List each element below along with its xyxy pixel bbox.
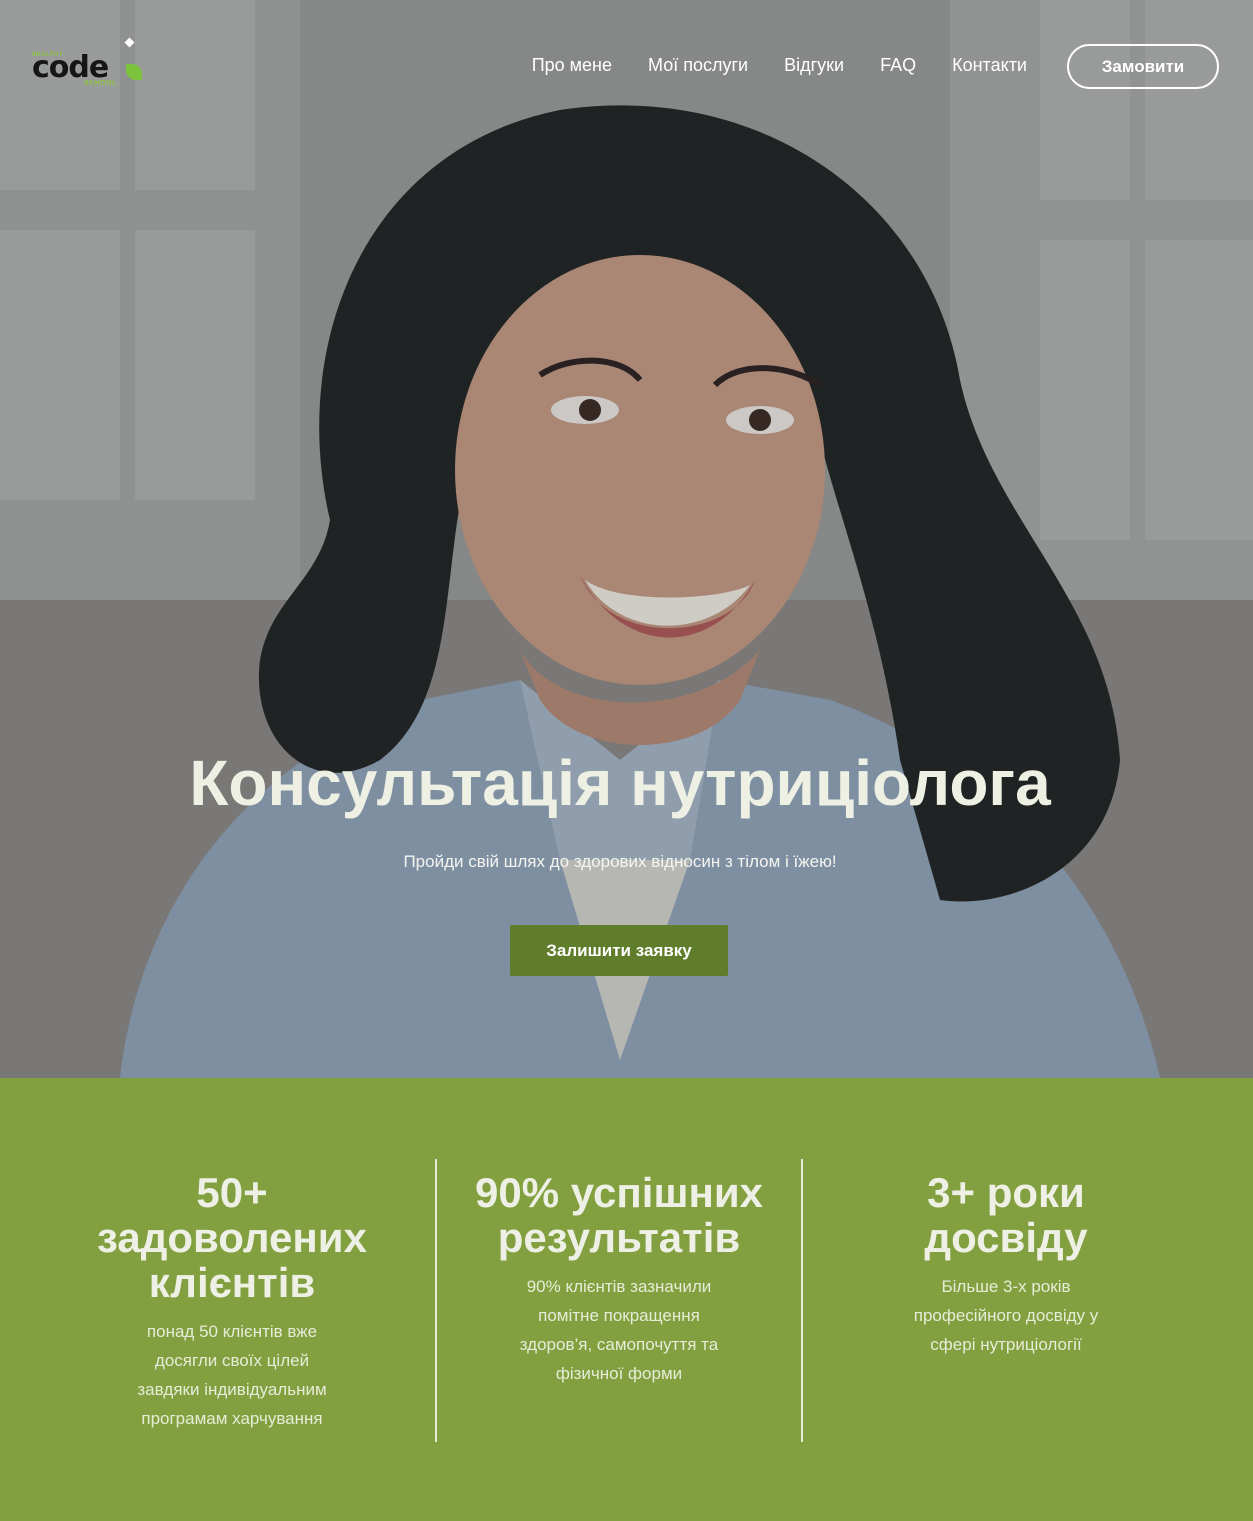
nav-item-about[interactable]: Про мене (532, 55, 612, 76)
stats-divider (435, 1159, 437, 1442)
order-button[interactable]: Замовити (1067, 44, 1219, 89)
logo-text-school: SCHOOL (84, 80, 117, 87)
hero-section: HEALTHY code SCHOOL Про мене Мої послуги… (0, 0, 1253, 1078)
stat-clients-description: понад 50 клієнтів вже досягли своїх ціле… (62, 1317, 402, 1433)
hero-subtitle: Пройди свій шлях до здорових відносин з … (403, 852, 837, 871)
stat-title-line: клієнтів (148, 1259, 316, 1306)
stats-divider (801, 1159, 803, 1442)
top-navigation: HEALTHY code SCHOOL Про мене Мої послуги… (0, 0, 1253, 132)
stat-clients: 50+ задоволених клієнтів понад 50 клієнт… (62, 1170, 402, 1433)
stat-results: 90% успішних результатів 90% клієнтів за… (449, 1170, 789, 1388)
stat-title-line: 50+ (196, 1169, 268, 1216)
stat-desc-line: понад 50 клієнтів вже (146, 1322, 318, 1341)
stat-experience-description: Більше 3-х років професійного досвіду у … (836, 1272, 1176, 1359)
stat-experience: 3+ роки досвіду Більше 3-х років професі… (836, 1170, 1176, 1359)
healthy-code-school-logo[interactable]: HEALTHY code SCHOOL (30, 34, 142, 94)
stat-desc-line: 90% клієнтів зазначили (526, 1277, 712, 1296)
logo-leaf-icon (126, 64, 142, 80)
leave-request-button[interactable]: Залишити заявку (510, 925, 728, 976)
stat-desc-line: професійного досвіду у (913, 1306, 1099, 1325)
stat-desc-line: здоров’я, самопочуття та (519, 1335, 719, 1354)
stat-results-description: 90% клієнтів зазначили помітне покращенн… (449, 1272, 789, 1388)
nav-item-faq[interactable]: FAQ (880, 55, 916, 76)
stat-title-line: 3+ роки (927, 1169, 1085, 1216)
stat-title-line: задоволених (97, 1214, 367, 1261)
stat-clients-title: 50+ задоволених клієнтів (62, 1170, 402, 1305)
stats-section: 50+ задоволених клієнтів понад 50 клієнт… (0, 1078, 1253, 1521)
stat-desc-line: помітне покращення (538, 1306, 700, 1325)
stat-desc-line: сфері нутриціології (930, 1335, 1082, 1354)
hero-title: Консультація нутриціолога (189, 747, 1051, 819)
logo-diamond-icon (124, 37, 135, 48)
hero-overlay (0, 0, 1253, 1078)
stat-experience-title: 3+ роки досвіду (836, 1170, 1176, 1260)
stat-title-line: досвіду (924, 1214, 1088, 1261)
stat-desc-line: Більше 3-х років (941, 1277, 1071, 1296)
nav-menu: Про мене Мої послуги Відгуки FAQ Контакт… (496, 55, 1027, 76)
stat-desc-line: завдяки індивідуальним (137, 1380, 327, 1399)
stat-title-line: 90% успішних (475, 1169, 763, 1216)
nav-item-reviews[interactable]: Відгуки (784, 55, 844, 76)
stat-desc-line: програмам харчування (141, 1409, 323, 1428)
nav-item-services[interactable]: Мої послуги (648, 55, 748, 76)
stat-title-line: результатів (497, 1214, 741, 1261)
stat-desc-line: досягли своїх цілей (154, 1351, 310, 1370)
stat-desc-line: фізичної форми (555, 1364, 683, 1383)
stat-results-title: 90% успішних результатів (449, 1170, 789, 1260)
nav-item-contacts[interactable]: Контакти (952, 55, 1027, 76)
